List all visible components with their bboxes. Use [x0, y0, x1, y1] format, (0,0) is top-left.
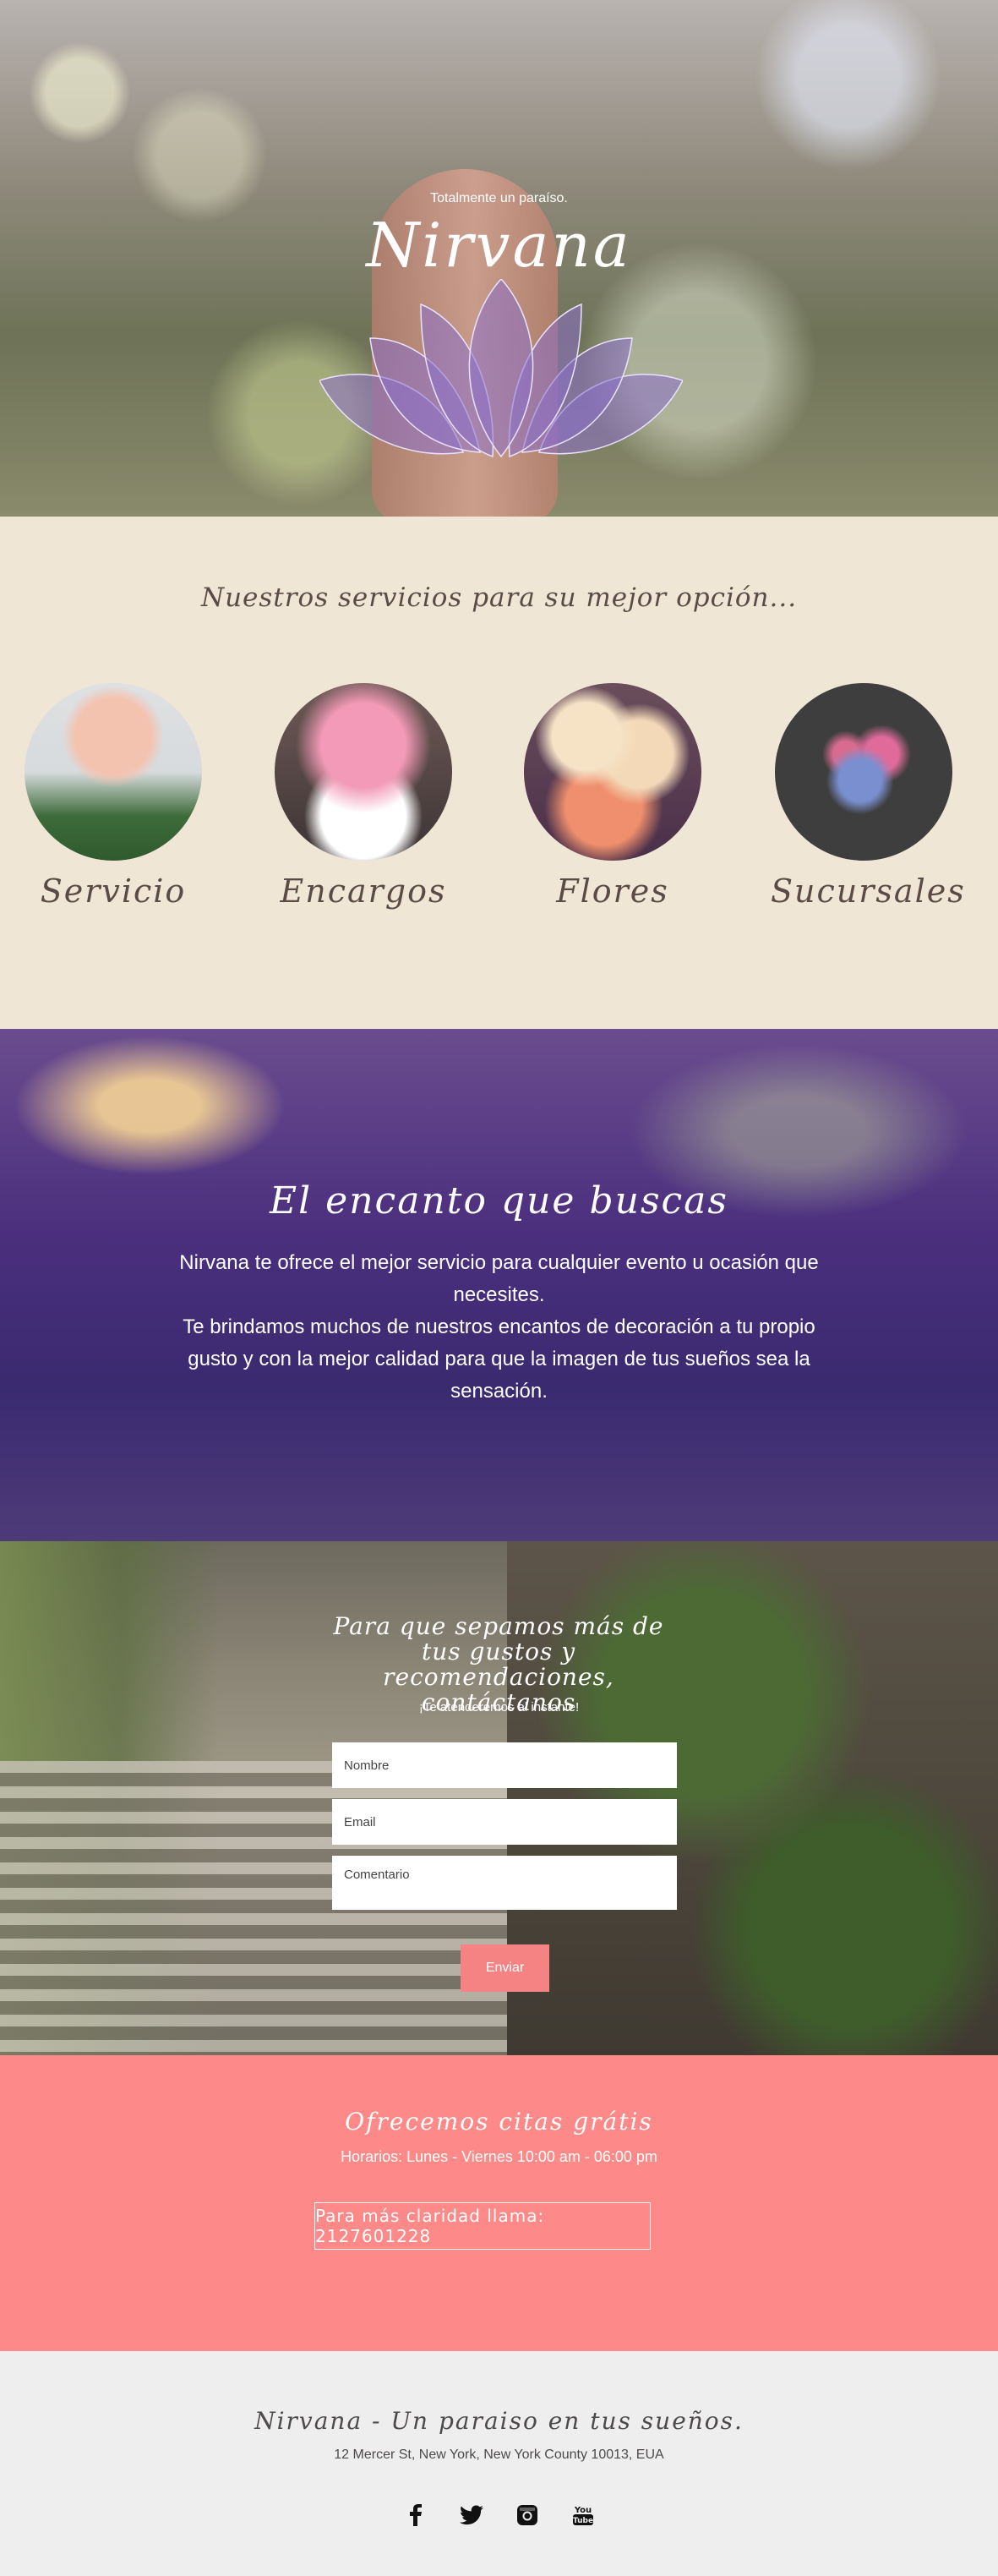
- service-item-sucursales[interactable]: Sucursales: [771, 683, 966, 910]
- service-label: Flores: [556, 872, 669, 910]
- facebook-icon[interactable]: [404, 2503, 428, 2527]
- service-item-servicio[interactable]: Servicio: [20, 683, 206, 910]
- send-button[interactable]: Enviar: [461, 1944, 549, 1992]
- service-label: Encargos: [280, 872, 447, 910]
- youtube-icon-text-you: You: [573, 2506, 591, 2515]
- footer-address: 12 Mercer St, New York, New York County …: [334, 2447, 664, 2462]
- lotus-logo: [319, 279, 683, 458]
- encanto-section: El encanto que buscas Nirvana te ofrece …: [0, 1029, 998, 1541]
- pink-tulips-image: [25, 683, 202, 861]
- youtube-icon-text-tube: Tube: [572, 2517, 592, 2525]
- contact-subtitle: ¡Te atenderemos al instante!: [418, 1700, 580, 1715]
- business-hours: Horarios: Lunes - Viernes 10:00 am - 06:…: [341, 2148, 657, 2165]
- social-links: You Tube: [0, 2503, 998, 2527]
- hero-tagline: Totalmente un paraíso.: [430, 191, 568, 205]
- contact-section: Para que sepamos más de tus gustos y rec…: [0, 1541, 998, 2055]
- encanto-line-1: Nirvana te ofrece el mejor servicio para…: [179, 1251, 819, 1306]
- service-label: Servicio: [40, 872, 187, 910]
- roses-arrangement-image: [524, 683, 701, 861]
- email-field[interactable]: [332, 1799, 677, 1845]
- appointments-title: Ofrecemos citas grátis: [345, 2108, 653, 2136]
- instagram-icon[interactable]: [515, 2503, 539, 2527]
- encanto-line-2: Te brindamos muchos de nuestros encantos…: [183, 1315, 815, 1403]
- services-section: Nuestros servicios para su mejor opción.…: [0, 517, 998, 1029]
- appointments-section: Ofrecemos citas grátis Horarios: Lunes -…: [0, 2055, 998, 2351]
- footer-title: Nirvana - Un paraiso en tus sueños.: [254, 2407, 744, 2435]
- flower-box-bouquet-image: [275, 683, 452, 861]
- encanto-text: Nirvana te ofrece el mejor servicio para…: [169, 1247, 829, 1408]
- hero-section: Totalmente un paraíso. Nirvana: [0, 0, 998, 517]
- services-heading: Nuestros servicios para su mejor opción.…: [200, 582, 798, 613]
- hero-title: Nirvana: [366, 210, 632, 281]
- twitter-icon[interactable]: [459, 2503, 483, 2527]
- encanto-title: El encanto que buscas: [270, 1179, 728, 1222]
- call-button[interactable]: Para más claridad llama: 2127601228: [314, 2202, 651, 2250]
- youtube-icon[interactable]: You Tube: [571, 2503, 595, 2527]
- service-label: Sucursales: [771, 872, 966, 910]
- comment-field[interactable]: [332, 1856, 677, 1910]
- service-item-encargos[interactable]: Encargos: [270, 683, 456, 910]
- blue-pink-flowers-image: [775, 683, 952, 861]
- footer: Nirvana - Un paraiso en tus sueños. 12 M…: [0, 2351, 998, 2576]
- service-item-flores[interactable]: Flores: [520, 683, 706, 910]
- name-field[interactable]: [332, 1742, 677, 1788]
